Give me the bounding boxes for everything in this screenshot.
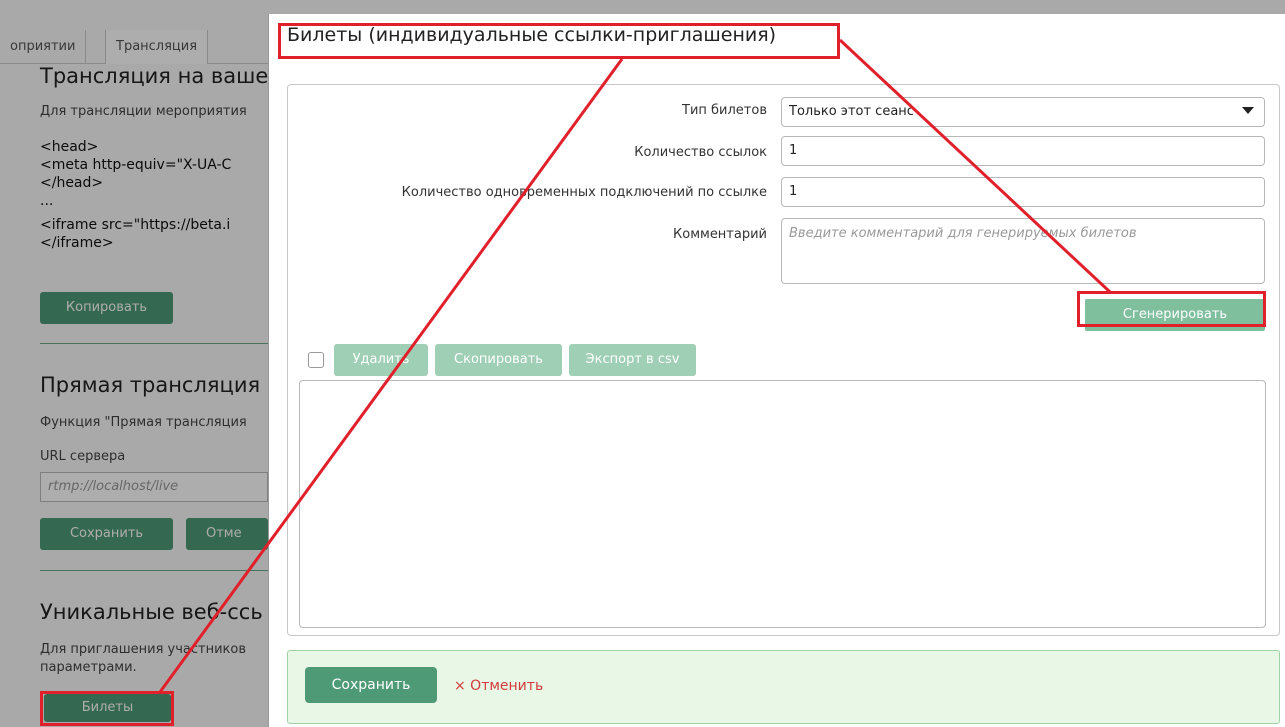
arrow-line: [158, 58, 624, 693]
arrow-line: [838, 38, 1112, 294]
annotation-arrows: [158, 38, 1112, 693]
